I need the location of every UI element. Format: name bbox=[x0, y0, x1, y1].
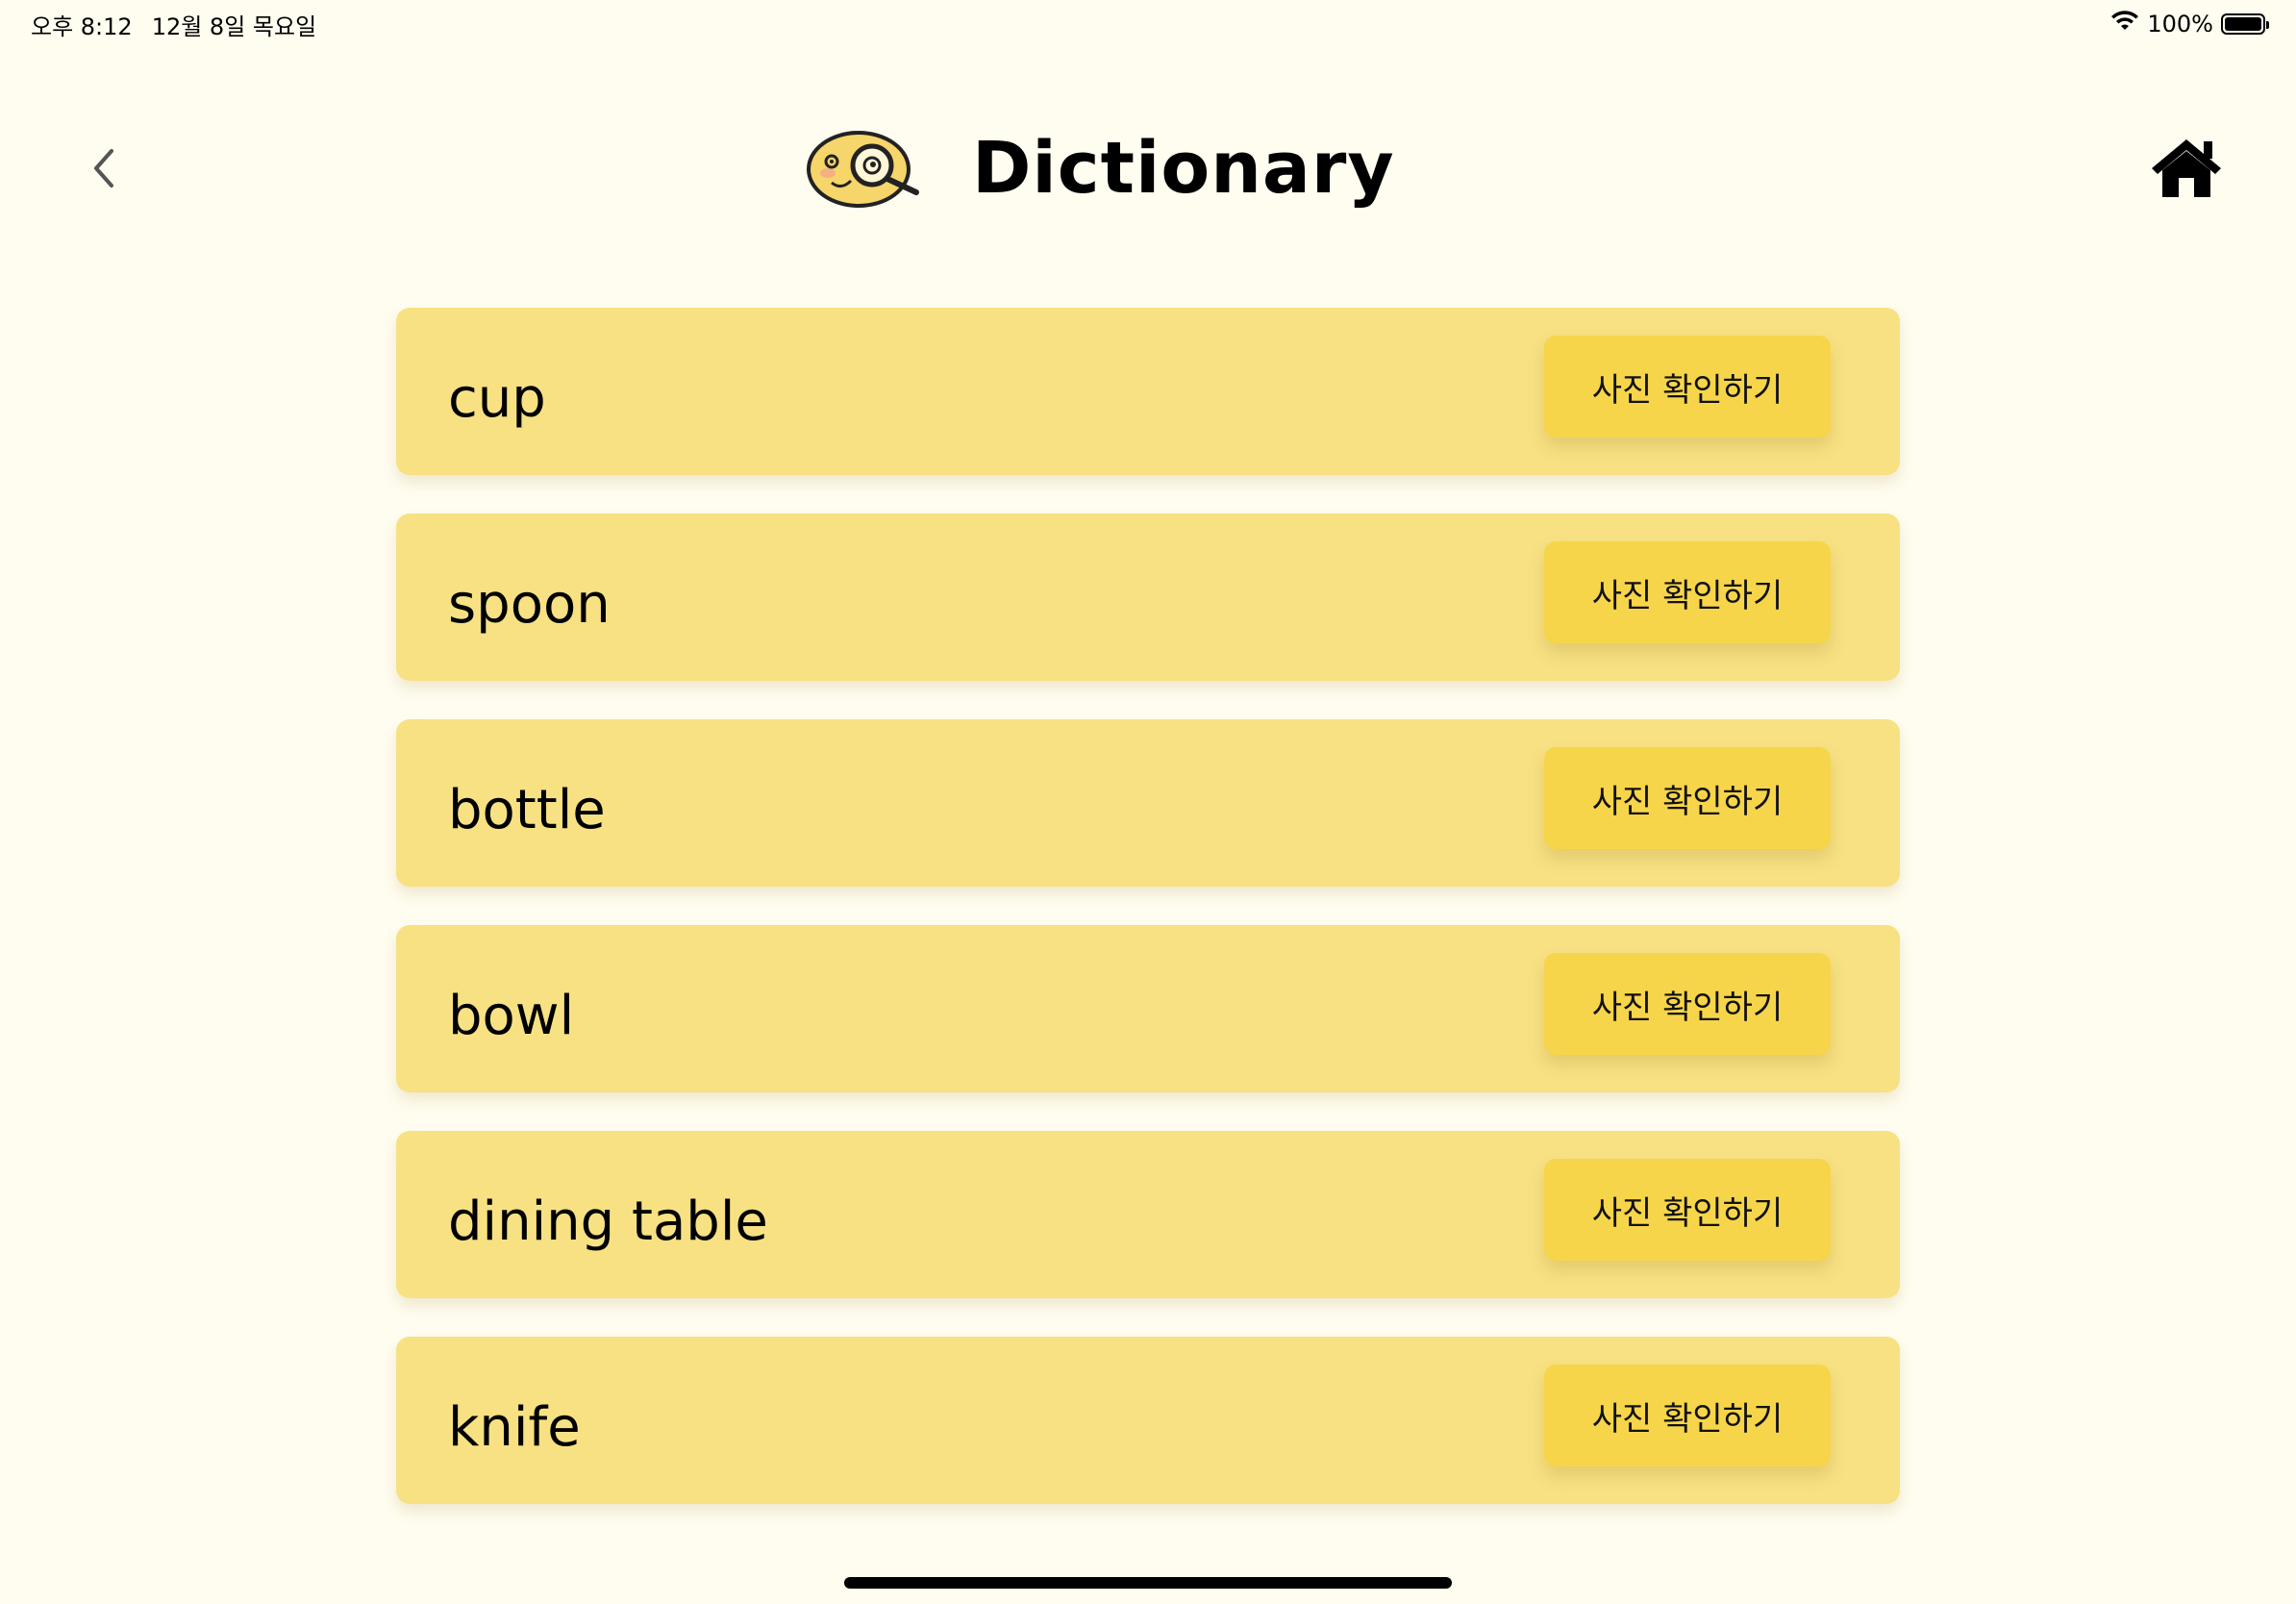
word-card: bottle 사진 확인하기 bbox=[396, 719, 1900, 887]
status-left: 오후 8:12 12월 8일 목요일 bbox=[31, 8, 316, 41]
view-photo-button[interactable]: 사진 확인하기 bbox=[1544, 1159, 1831, 1261]
battery-fill bbox=[2225, 17, 2261, 31]
view-photo-button[interactable]: 사진 확인하기 bbox=[1544, 541, 1831, 643]
status-right: 100% bbox=[2110, 10, 2269, 38]
home-indicator[interactable] bbox=[844, 1577, 1452, 1589]
word-label: bottle bbox=[448, 778, 606, 841]
back-button[interactable] bbox=[82, 142, 124, 194]
header: Dictionary bbox=[0, 115, 2296, 221]
word-card: dining table 사진 확인하기 bbox=[396, 1131, 1900, 1298]
chevron-left-icon bbox=[94, 149, 113, 188]
word-card: bowl 사진 확인하기 bbox=[396, 925, 1900, 1092]
home-icon bbox=[2152, 139, 2221, 197]
wifi-icon bbox=[2110, 10, 2139, 38]
status-date: 12월 8일 목요일 bbox=[151, 13, 317, 40]
word-label: knife bbox=[448, 1395, 581, 1459]
page-title: Dictionary bbox=[972, 127, 1395, 210]
word-label: cup bbox=[448, 366, 546, 430]
title-wrap: Dictionary bbox=[803, 115, 1395, 221]
status-bar: 오후 8:12 12월 8일 목요일 100% bbox=[0, 0, 2296, 48]
word-card: knife 사진 확인하기 bbox=[396, 1337, 1900, 1504]
word-label: dining table bbox=[448, 1190, 768, 1253]
word-label: bowl bbox=[448, 984, 575, 1047]
magnifier-mascot-icon bbox=[807, 131, 919, 208]
word-card: cup 사진 확인하기 bbox=[396, 308, 1900, 475]
battery-percent: 100% bbox=[2147, 11, 2213, 38]
view-photo-button[interactable]: 사진 확인하기 bbox=[1544, 1365, 1831, 1466]
battery-icon bbox=[2221, 13, 2269, 35]
status-time: 오후 8:12 bbox=[31, 13, 133, 40]
view-photo-button[interactable]: 사진 확인하기 bbox=[1544, 953, 1831, 1055]
word-label: spoon bbox=[448, 572, 611, 636]
view-photo-button[interactable]: 사진 확인하기 bbox=[1544, 336, 1831, 438]
home-button[interactable] bbox=[2150, 133, 2223, 202]
view-photo-button[interactable]: 사진 확인하기 bbox=[1544, 747, 1831, 849]
word-list: cup 사진 확인하기 spoon 사진 확인하기 bottle 사진 확인하기 bowl 사… bbox=[396, 308, 1900, 1504]
word-card: spoon 사진 확인하기 bbox=[396, 514, 1900, 681]
